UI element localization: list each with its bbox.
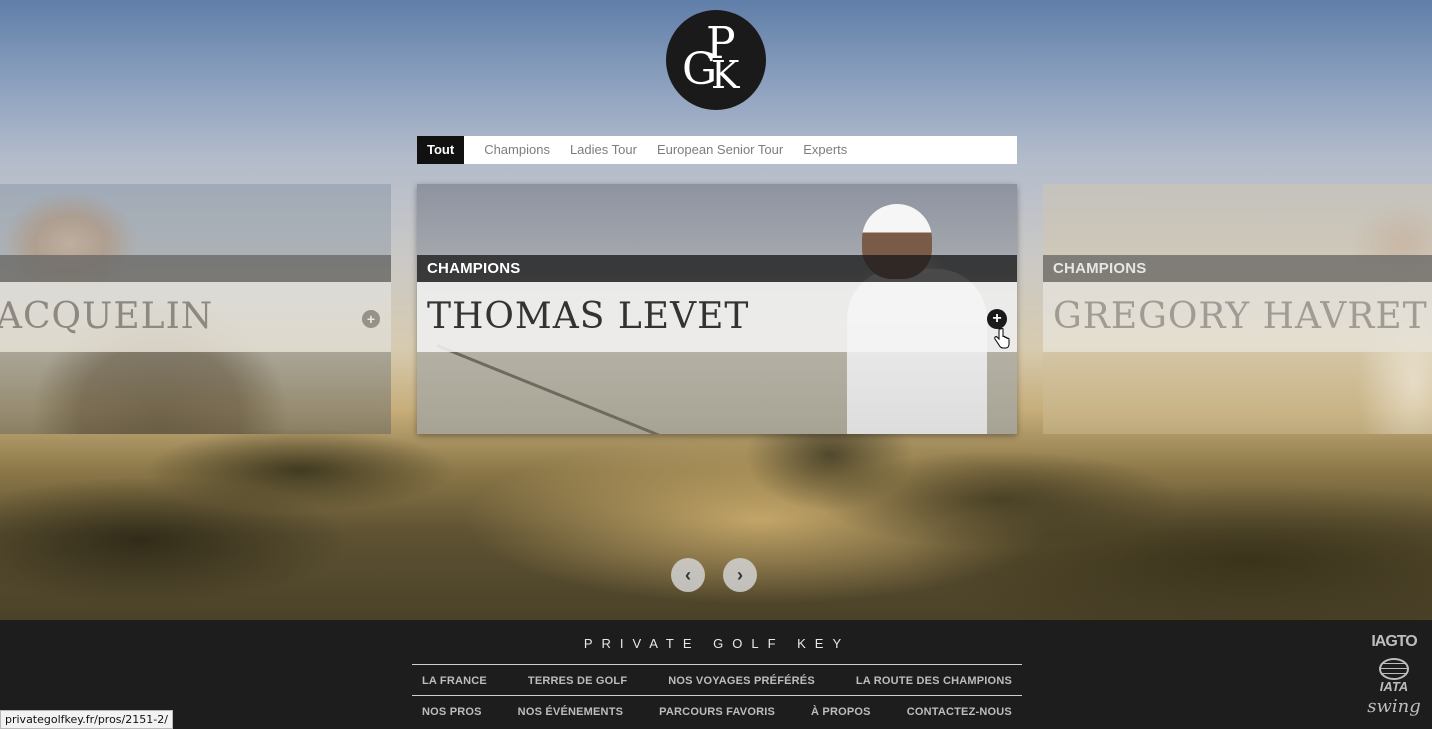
- footer-divider: [412, 695, 1022, 696]
- golf-club-shape: [436, 344, 753, 434]
- chevron-right-icon[interactable]: ›: [723, 558, 757, 592]
- footer-nav-row-2: NOS PROS NOS ÉVÉNEMENTS PARCOURS FAVORIS…: [412, 706, 1022, 718]
- category-filter-bar: Tout Champions Ladies Tour European Seni…: [417, 136, 1017, 164]
- filter-european-senior-tour[interactable]: European Senior Tour: [647, 136, 793, 164]
- footer-link-terres-de-golf[interactable]: TERRES DE GOLF: [528, 675, 627, 687]
- footer-link-nos-voyages[interactable]: NOS VOYAGES PRÉFÉRÉS: [668, 675, 815, 687]
- filter-ladies-tour[interactable]: Ladies Tour: [560, 136, 647, 164]
- plus-circle-icon[interactable]: +: [362, 310, 380, 328]
- globe-icon: [1379, 658, 1409, 680]
- category-band: CHAMPIONS: [417, 255, 1017, 282]
- pro-card-previous[interactable]: ACQUELIN +: [0, 184, 391, 434]
- hero-background: G P K Tout Champions Ladies Tour Europea…: [0, 0, 1432, 620]
- filter-champions[interactable]: Champions: [474, 136, 560, 164]
- footer-link-parcours-favoris[interactable]: PARCOURS FAVORIS: [659, 706, 775, 718]
- pro-card-next[interactable]: CHAMPIONS GREGORY HAVRET: [1043, 184, 1432, 434]
- pro-category: CHAMPIONS: [427, 260, 521, 277]
- name-band: THOMAS LEVET: [417, 282, 1017, 352]
- name-band: GREGORY HAVRET: [1043, 282, 1432, 352]
- site-logo[interactable]: G P K: [666, 10, 766, 110]
- footer-link-nos-evenements[interactable]: NOS ÉVÉNEMENTS: [518, 706, 624, 718]
- hand-cursor-icon: [994, 328, 1010, 349]
- logo-letter-k: K: [711, 53, 740, 97]
- iagto-logo: IAGTO: [1371, 633, 1417, 650]
- footer-link-la-france[interactable]: LA FRANCE: [422, 675, 487, 687]
- footer-link-route-des-champions[interactable]: LA ROUTE DES CHAMPIONS: [856, 675, 1012, 687]
- partner-badges: IAGTO IATA swing: [1362, 632, 1426, 720]
- plus-circle-icon[interactable]: +: [987, 309, 1007, 329]
- pro-card-current[interactable]: CHAMPIONS THOMAS LEVET +: [417, 184, 1017, 434]
- pro-name: GREGORY HAVRET: [1053, 296, 1428, 337]
- footer-nav-row-1: LA FRANCE TERRES DE GOLF NOS VOYAGES PRÉ…: [412, 675, 1022, 687]
- swing-logo: swing: [1367, 696, 1421, 717]
- filter-tout[interactable]: Tout: [417, 136, 465, 164]
- iata-logo: IATA: [1379, 679, 1409, 694]
- pro-name: THOMAS LEVET: [427, 296, 750, 337]
- filter-experts[interactable]: Experts: [793, 136, 857, 164]
- pro-name: ACQUELIN: [0, 296, 214, 337]
- footer-link-a-propos[interactable]: À PROPOS: [811, 706, 871, 718]
- name-band: ACQUELIN: [0, 282, 391, 352]
- site-footer: PRIVATE GOLF KEY LA FRANCE TERRES DE GOL…: [0, 620, 1432, 729]
- footer-divider: [412, 664, 1022, 665]
- pro-category: CHAMPIONS: [1053, 260, 1147, 277]
- footer-link-contactez-nous[interactable]: CONTACTEZ-NOUS: [907, 706, 1012, 718]
- footer-link-nos-pros[interactable]: NOS PROS: [422, 706, 482, 718]
- browser-status-url: privategolfkey.fr/pros/2151-2/: [0, 710, 173, 729]
- footer-title: PRIVATE GOLF KEY: [583, 636, 851, 651]
- category-band: CHAMPIONS: [1043, 255, 1432, 282]
- chevron-left-icon[interactable]: ‹: [671, 558, 705, 592]
- category-band: [0, 255, 391, 282]
